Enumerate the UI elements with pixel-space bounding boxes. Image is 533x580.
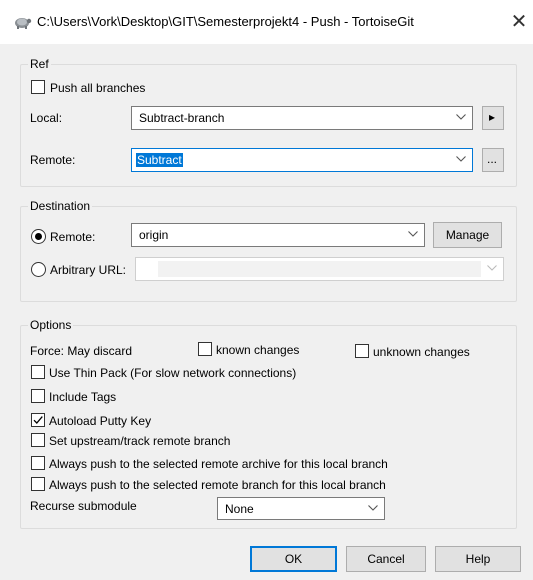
local-branch-combo[interactable]: Subtract-branch	[131, 106, 473, 130]
include-tags-checkbox[interactable]	[31, 389, 45, 403]
cancel-button[interactable]: Cancel	[346, 546, 426, 572]
triangle-right-icon: ▸	[489, 110, 496, 124]
title-bar: C:\Users\Vork\Desktop\GIT\Semesterprojek…	[0, 0, 533, 44]
arbitrary-url-label: Arbitrary URL:	[50, 263, 127, 277]
remote-branch-combo[interactable]: Subtract	[131, 148, 473, 172]
always-push-archive-checkbox[interactable]	[31, 456, 45, 470]
unknown-changes-label: unknown changes	[373, 345, 470, 359]
remote-branch-browse-button[interactable]: ...	[482, 148, 504, 172]
close-button[interactable]: ✕	[508, 9, 530, 33]
remote-label: Remote:	[30, 153, 76, 167]
set-upstream-checkbox[interactable]	[31, 433, 45, 447]
local-label: Local:	[30, 111, 63, 125]
set-upstream-label: Set upstream/track remote branch	[49, 434, 231, 448]
push-all-branches-label: Push all branches	[50, 81, 146, 95]
cancel-button-label: Cancel	[367, 552, 405, 566]
tortoisegit-icon	[15, 18, 32, 29]
known-changes-label: known changes	[216, 343, 300, 357]
window-title: C:\Users\Vork\Desktop\GIT\Semesterprojek…	[37, 14, 414, 29]
destination-remote-radio[interactable]	[31, 229, 46, 244]
always-push-branch-label: Always push to the selected remote branc…	[49, 478, 386, 492]
always-push-archive-label: Always push to the selected remote archi…	[49, 457, 388, 471]
local-branch-value: Subtract-branch	[139, 111, 225, 125]
destination-remote-value: origin	[139, 228, 169, 242]
push-all-branches-checkbox[interactable]	[31, 80, 45, 94]
ok-button[interactable]: OK	[250, 546, 337, 572]
known-changes-checkbox[interactable]	[198, 342, 212, 356]
include-tags-label: Include Tags	[49, 390, 117, 404]
arbitrary-url-radio[interactable]	[31, 262, 46, 277]
autoload-putty-key-checkbox[interactable]	[31, 413, 45, 427]
help-button-label: Help	[465, 552, 491, 566]
recurse-submodule-combo[interactable]: None	[217, 497, 385, 520]
ref-group-label: Ref	[28, 57, 51, 71]
chevron-down-icon	[408, 231, 418, 237]
always-push-branch-checkbox[interactable]	[31, 477, 45, 491]
destination-group: Destination	[20, 199, 517, 302]
options-group-label: Options	[28, 318, 74, 332]
force-label: Force: May discard	[30, 344, 133, 358]
remote-branch-value: Subtract	[136, 153, 183, 167]
arbitrary-url-field	[158, 261, 481, 277]
manage-button-label: Manage	[445, 228, 490, 242]
use-thin-pack-checkbox[interactable]	[31, 365, 45, 379]
help-button[interactable]: Help	[435, 546, 521, 572]
arbitrary-url-combo[interactable]	[135, 257, 504, 281]
ok-button-label: OK	[284, 552, 303, 566]
autoload-putty-key-label: Autoload Putty Key	[49, 414, 152, 428]
unknown-changes-checkbox[interactable]	[355, 344, 369, 358]
destination-group-label: Destination	[28, 199, 93, 213]
destination-remote-label: Remote:	[50, 230, 96, 244]
destination-remote-combo[interactable]: origin	[131, 223, 425, 247]
chevron-down-icon	[368, 505, 378, 511]
chevron-down-icon	[456, 114, 466, 120]
use-thin-pack-label: Use Thin Pack (For slow network connecti…	[49, 366, 297, 380]
manage-button[interactable]: Manage	[433, 222, 502, 248]
local-branch-browse-button[interactable]: ▸	[482, 106, 504, 130]
ellipsis-icon: ...	[487, 152, 498, 166]
chevron-down-icon	[456, 156, 466, 162]
recurse-submodule-value: None	[225, 502, 254, 516]
checkmark-icon	[33, 416, 43, 424]
chevron-down-icon	[487, 265, 497, 271]
recurse-submodule-label: Recurse submodule	[30, 499, 137, 513]
radio-selected-dot	[35, 233, 42, 240]
